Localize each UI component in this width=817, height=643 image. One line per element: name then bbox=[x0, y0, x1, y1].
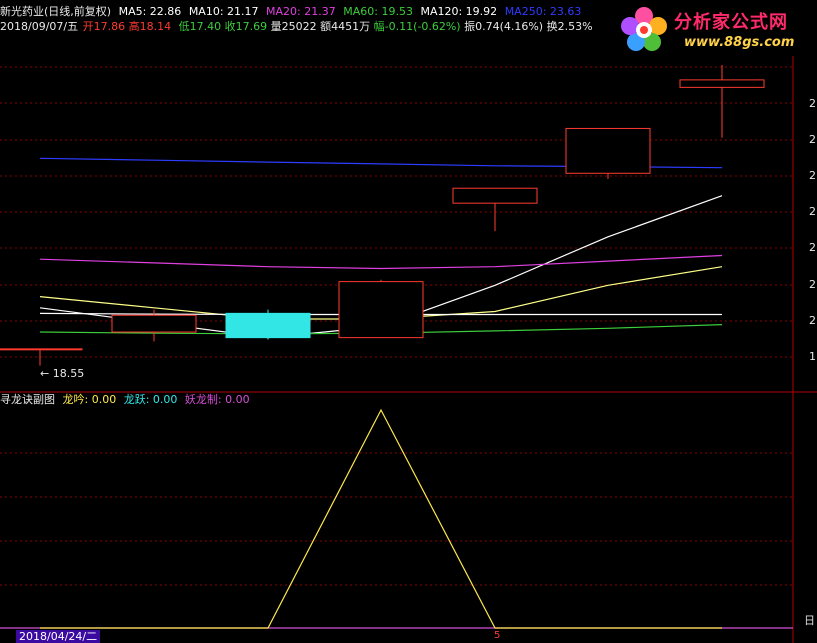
candle-body bbox=[111, 314, 197, 333]
price-axis-label: 1 bbox=[809, 350, 816, 363]
indicator-lines bbox=[0, 408, 793, 629]
candle-body bbox=[225, 312, 311, 339]
site-logo: 分析家公式网 www.88gs.com bbox=[612, 2, 817, 56]
header-quote-row: 2018/09/07/五 开17.86 高18.14 低17.40 收17.69… bbox=[0, 20, 597, 34]
low-label: 低17.40 bbox=[178, 20, 222, 33]
logo-flower-icon bbox=[621, 7, 667, 51]
change-label: 幅-0.11(-0.62%) bbox=[373, 20, 461, 33]
logo-name: 分析家公式网 bbox=[674, 12, 788, 33]
ma120-label: MA120: 19.92 bbox=[420, 5, 498, 18]
period-tag: 日 bbox=[804, 614, 815, 627]
indicator-title: 寻龙诀副图 bbox=[0, 393, 55, 406]
ma10-label: MA10: 21.17 bbox=[188, 5, 259, 18]
cursor-date-box: 2018/04/24/二 bbox=[16, 630, 101, 643]
candle-body bbox=[565, 127, 651, 174]
date-label: 2018/09/07/五 bbox=[0, 20, 79, 33]
ma250-label: MA250: 23.63 bbox=[504, 5, 582, 18]
logo-url: www.88gs.com bbox=[684, 35, 795, 50]
price-marker: ← 18.55 bbox=[40, 367, 84, 380]
open-label: 开17.86 bbox=[82, 20, 126, 33]
chart-canvas: 2 2 2 2 2 2 2 1 ← 18.55 bbox=[0, 34, 817, 643]
turnover-label: 换2.53% bbox=[546, 20, 593, 33]
amplitude-label: 振0.74(4.16%) bbox=[464, 20, 544, 33]
longyin-label: 龙吟: 0.00 bbox=[62, 393, 117, 406]
longyue-label: 龙跃: 0.00 bbox=[123, 393, 178, 406]
candle-body bbox=[338, 281, 424, 339]
price-axis-label: 2 bbox=[809, 169, 816, 182]
x-axis-tick: 5 bbox=[494, 630, 501, 641]
price-axis-label: 2 bbox=[809, 133, 816, 146]
indicator-header: 寻龙诀副图 龙吟: 0.00 龙跃: 0.00 妖龙制: 0.00 bbox=[0, 393, 254, 407]
yaolongzhi-label: 妖龙制: 0.00 bbox=[184, 393, 250, 406]
close-label: 收17.69 bbox=[224, 20, 268, 33]
price-axis-labels: 2 2 2 2 2 2 2 1 bbox=[809, 97, 816, 363]
price-axis-label: 2 bbox=[809, 278, 816, 291]
price-axis-label: 2 bbox=[809, 97, 816, 110]
header-ma-row: 新光药业(日线,前复权) MA5: 22.86 MA10: 21.17 MA20… bbox=[0, 5, 585, 19]
candle-body bbox=[679, 79, 765, 88]
candle-body bbox=[0, 348, 83, 351]
candles bbox=[0, 64, 765, 366]
volume-label: 量25022 bbox=[270, 20, 317, 33]
high-label: 高18.14 bbox=[128, 20, 172, 33]
ma-line-ma20 bbox=[39, 254, 723, 270]
ma5-label: MA5: 22.86 bbox=[118, 5, 182, 18]
amount-label: 额4451万 bbox=[320, 20, 371, 33]
price-axis-label: 2 bbox=[809, 314, 816, 327]
price-axis-label: 2 bbox=[809, 241, 816, 254]
ma60-label: MA60: 19.53 bbox=[343, 5, 413, 18]
price-axis-label: 2 bbox=[809, 205, 816, 218]
ma20-label: MA20: 21.37 bbox=[266, 5, 336, 18]
indicator-line bbox=[40, 408, 722, 629]
stock-label: 新光药业(日线,前复权) bbox=[0, 5, 112, 18]
candle-body bbox=[452, 187, 538, 204]
